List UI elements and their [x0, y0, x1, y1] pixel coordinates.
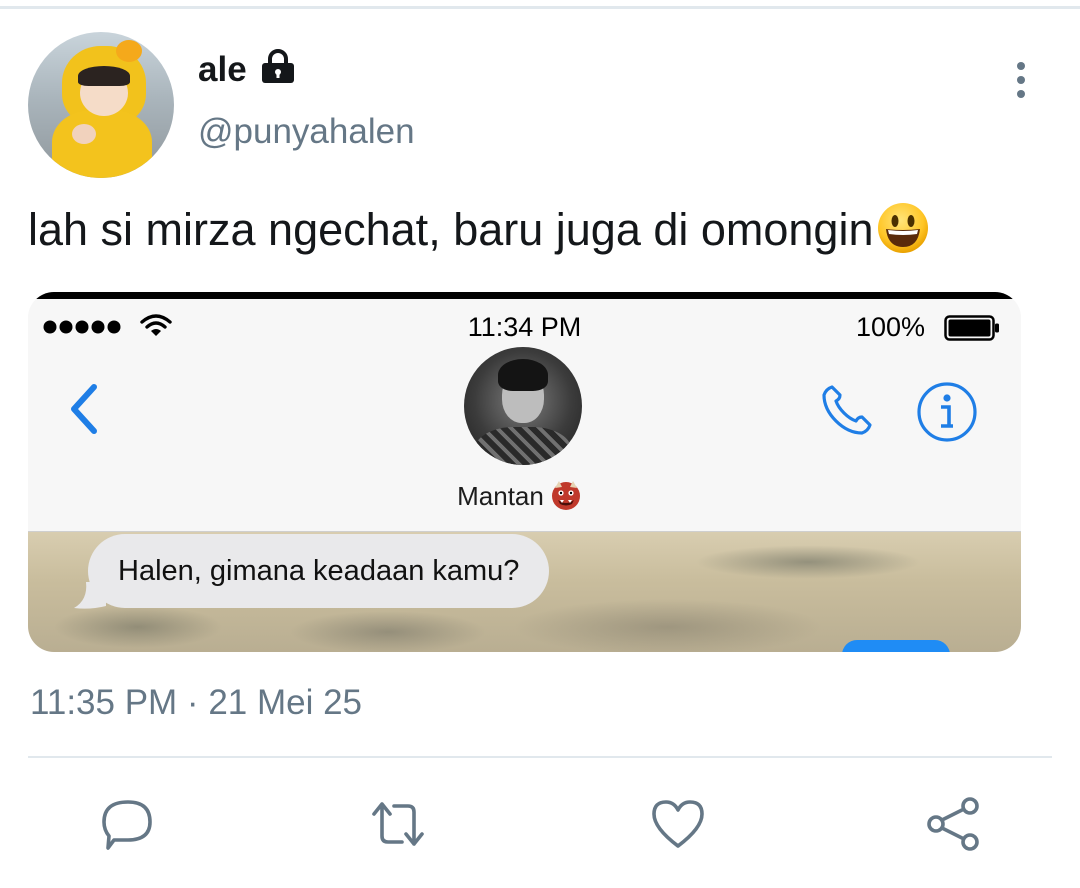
contact-name-label: Mantan	[457, 481, 544, 511]
lock-icon	[262, 49, 294, 83]
tweet-media-image[interactable]: 11:34 PM 100% Mantan Halen, gimana keada…	[28, 292, 1021, 652]
share-icon[interactable]	[926, 796, 982, 852]
avatar-hood-ear	[116, 40, 142, 62]
battery-percentage: 100%	[856, 312, 926, 342]
received-message-bubble[interactable]: Halen, gimana keadaan kamu?	[88, 534, 550, 608]
author-avatar[interactable]	[28, 32, 174, 178]
retweet-icon[interactable]	[370, 796, 426, 852]
contact-avatar-hair	[498, 359, 548, 391]
top-divider	[0, 6, 1080, 9]
contact-name[interactable]: Mantan	[28, 479, 1021, 512]
actions-divider	[28, 756, 1052, 758]
author-display-name[interactable]: ale	[198, 50, 247, 90]
battery-icon	[944, 315, 999, 341]
messages-header: 11:34 PM 100% Mantan	[28, 299, 1021, 531]
avatar-hand	[72, 124, 96, 144]
heart-icon[interactable]	[650, 796, 706, 852]
media-top-bar	[28, 292, 1021, 299]
author-handle[interactable]: @punyahalen	[198, 112, 415, 152]
info-icon[interactable]	[916, 381, 978, 443]
more-vertical-icon[interactable]	[1008, 58, 1034, 102]
sent-message-bubble-partial	[842, 640, 950, 652]
avatar-hair	[78, 66, 130, 86]
phone-call-icon[interactable]	[818, 381, 876, 439]
tweet-text-content: lah si mirza ngechat, baru juga di omong…	[28, 204, 874, 255]
grinning-face-emoji	[877, 203, 928, 253]
contact-avatar-shirt	[474, 427, 572, 465]
tweet-text: lah si mirza ngechat, baru juga di omong…	[28, 200, 930, 260]
avatar-body	[52, 110, 152, 178]
reply-icon[interactable]	[100, 796, 156, 852]
tweet-timestamp[interactable]: 11:35 PM · 21 Mei 25	[30, 682, 362, 724]
ogre-emoji	[551, 481, 580, 510]
back-chevron-icon[interactable]	[66, 379, 102, 439]
contact-avatar[interactable]	[464, 347, 582, 465]
